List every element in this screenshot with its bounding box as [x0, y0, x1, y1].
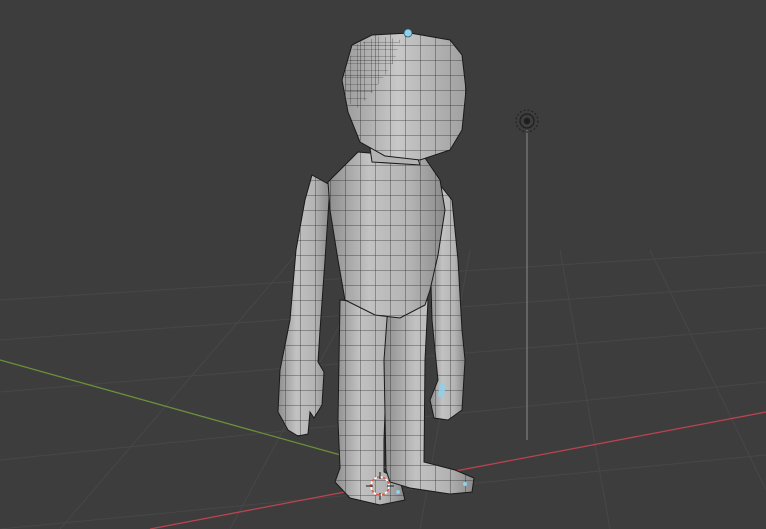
character-mesh[interactable]: [277, 28, 475, 506]
selected-vertex-foot-2[interactable]: [396, 490, 400, 494]
3d-viewport[interactable]: [0, 0, 766, 529]
selected-vertex-foot[interactable]: [463, 482, 467, 486]
selected-vertex-head[interactable]: [403, 28, 413, 38]
viewport-canvas[interactable]: [0, 0, 766, 529]
light-lamp-icon[interactable]: [515, 109, 539, 440]
x-axis-line: [149, 411, 766, 529]
